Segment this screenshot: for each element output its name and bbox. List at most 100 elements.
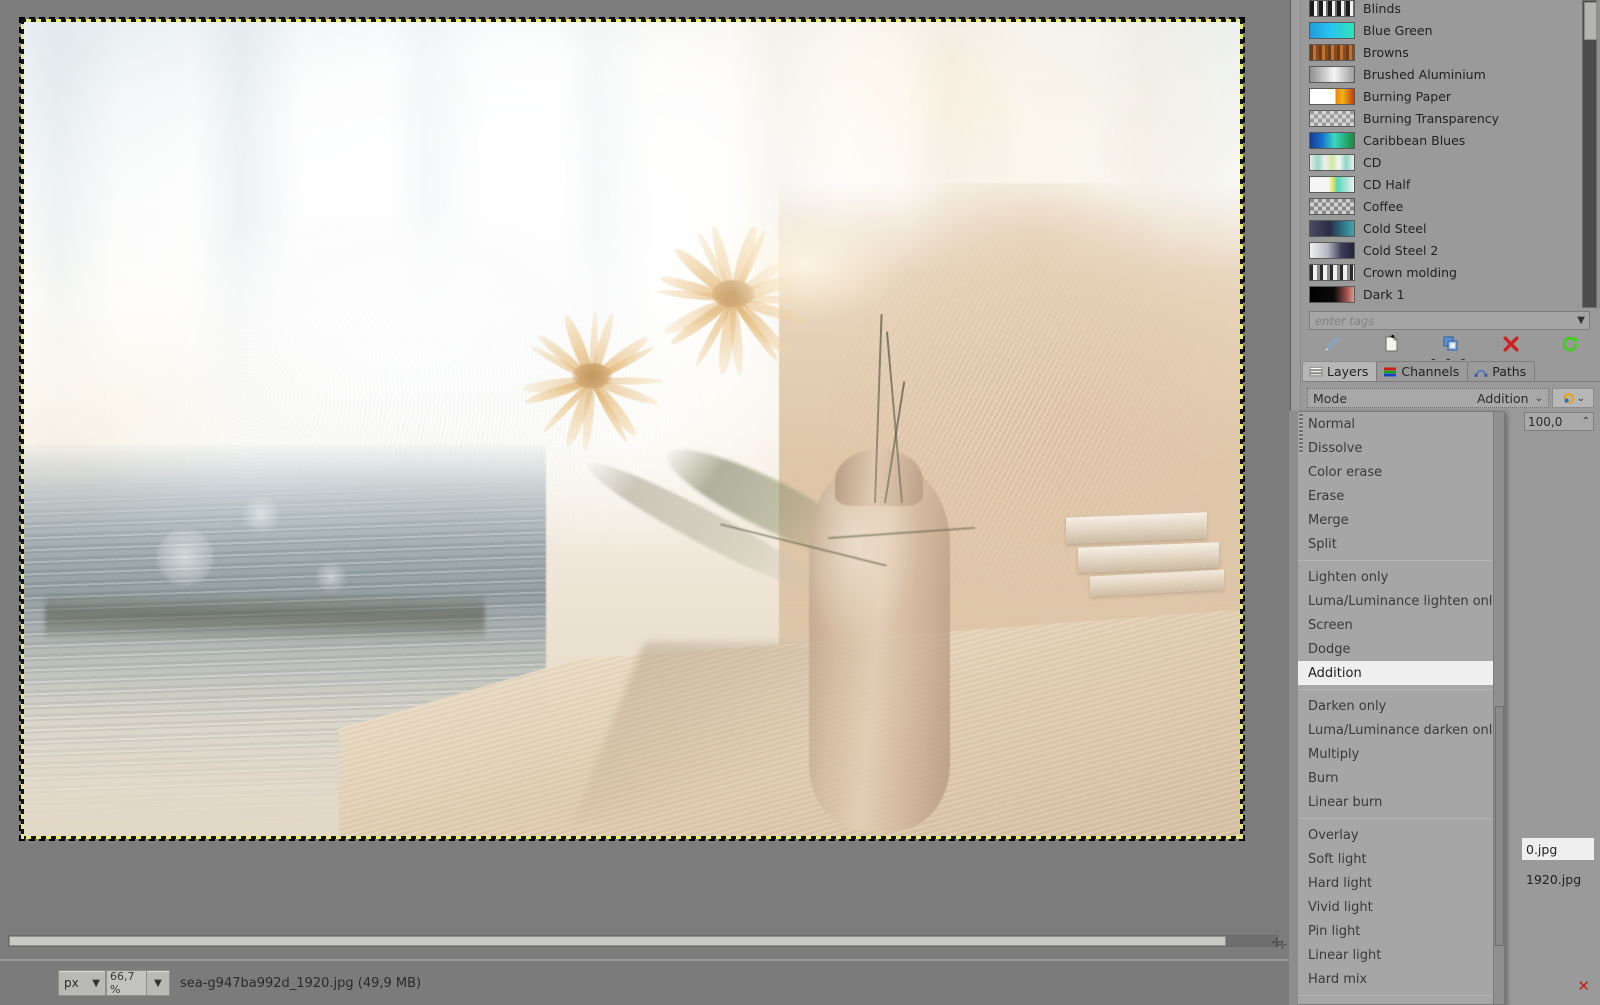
delete-gradient-icon[interactable] — [1481, 331, 1541, 357]
mode-option-addition[interactable]: Addition — [1298, 661, 1504, 685]
gradient-list-item[interactable]: Blue Green — [1309, 19, 1578, 41]
layer-list-item[interactable]: 0.jpg — [1522, 838, 1594, 860]
gradient-list-item[interactable]: CD — [1309, 151, 1578, 173]
dock-tab-strip[interactable]: Layers Channels Paths — [1302, 361, 1600, 382]
tab-label: Paths — [1492, 364, 1527, 379]
gradients-list[interactable]: Blinds Blue Green Browns Brushed Aluminium B… — [1309, 0, 1578, 308]
gradient-list-item[interactable]: Blinds — [1309, 0, 1578, 19]
gradients-scroll-thumb[interactable] — [1584, 2, 1597, 40]
gradient-name: Burning Transparency — [1363, 110, 1500, 126]
layer-name: 0.jpg — [1526, 841, 1558, 857]
gradient-name: Cold Steel 2 — [1363, 242, 1439, 258]
layers-icon — [1309, 365, 1323, 379]
mode-option-overlay[interactable]: Overlay — [1298, 823, 1504, 847]
zoom-select-button[interactable]: ▼ — [146, 970, 170, 996]
mode-option-screen[interactable]: Screen — [1298, 613, 1504, 637]
mode-option-hard-light[interactable]: Hard light — [1298, 871, 1504, 895]
mode-option-color-erase[interactable]: Color erase — [1298, 460, 1504, 484]
gradient-name: Browns — [1363, 44, 1409, 60]
mode-option-dodge[interactable]: Dodge — [1298, 637, 1504, 661]
unit-select[interactable]: px ▼ — [58, 970, 106, 996]
gradient-name: Caribbean Blues — [1363, 132, 1466, 148]
mode-option-vivid-light[interactable]: Vivid light — [1298, 895, 1504, 919]
gradient-swatch-blue-green — [1309, 21, 1355, 39]
gradient-list-item[interactable]: Coffee — [1309, 195, 1578, 217]
spinner-icon[interactable]: ⌃ — [1582, 416, 1590, 427]
gradients-vertical-scrollbar[interactable] — [1582, 0, 1597, 308]
tab-layers[interactable]: Layers — [1302, 361, 1378, 381]
gradient-list-item[interactable]: Caribbean Blues — [1309, 129, 1578, 151]
mode-option-list[interactable]: Normal Dissolve Color erase Erase Merge Split… — [1298, 412, 1504, 1004]
layer-mode-value: Addition — [1476, 390, 1529, 406]
zoom-input[interactable]: 66,7 % — [106, 970, 146, 996]
gradient-list-item[interactable]: Dark 1 — [1309, 283, 1578, 305]
mode-option-burn[interactable]: Burn — [1298, 766, 1504, 790]
mode-option-linear-burn[interactable]: Linear burn — [1298, 790, 1504, 814]
mode-option-multiply[interactable]: Multiply — [1298, 742, 1504, 766]
image-haze-overlay — [21, 19, 1243, 839]
gradient-swatch-cold-steel-2 — [1309, 241, 1355, 259]
chevron-down-icon[interactable]: ⌄ — [1535, 393, 1543, 404]
layer-opacity-field[interactable]: 100,0 ⌃ — [1524, 412, 1594, 431]
tags-input[interactable]: enter tags ▼ — [1309, 311, 1590, 330]
image-canvas[interactable] — [19, 17, 1245, 841]
mode-option-luma-luminance-darken-only[interactable]: Luma/Luminance darken only — [1298, 718, 1504, 742]
chevron-down-icon: ▼ — [92, 977, 100, 989]
mode-dropdown-scroll-thumb[interactable] — [1495, 706, 1504, 946]
layer-mode-dropdown[interactable]: Normal Dissolve Color erase Erase Merge Split… — [1297, 411, 1505, 1005]
mode-option-lighten-only[interactable]: Lighten only — [1298, 565, 1504, 589]
gradient-swatch-cd — [1309, 153, 1355, 171]
mode-option-darken-only[interactable]: Darken only — [1298, 694, 1504, 718]
gradient-list-item[interactable]: Burning Paper — [1309, 85, 1578, 107]
gradient-name: Blue Green — [1363, 22, 1433, 38]
tab-channels[interactable]: Channels — [1376, 361, 1469, 381]
layer-list-item[interactable]: 1920.jpg — [1522, 868, 1594, 890]
gradient-swatch-coffee — [1309, 197, 1355, 215]
mode-option-hard-mix[interactable]: Hard mix — [1298, 967, 1504, 991]
mode-option-normal[interactable]: Normal — [1298, 412, 1504, 436]
delete-layer-icon[interactable]: ✕ — [1577, 977, 1590, 995]
gradient-list-item[interactable]: Brushed Aluminium — [1309, 63, 1578, 85]
image-canvas-area[interactable]: ✛ px ▼ 66,7 % ▼ sea-g947ba992d_1920.jpg … — [0, 0, 1290, 1005]
gradient-swatch-burning-paper — [1309, 87, 1355, 105]
gradient-list-item[interactable]: Cold Steel 2 — [1309, 239, 1578, 261]
gradients-panel[interactable]: Blinds Blue Green Browns Brushed Aluminium B… — [1302, 0, 1600, 308]
refresh-gradients-icon[interactable] — [1540, 331, 1600, 357]
mode-option-diff[interactable]: Diff — [1298, 1000, 1504, 1004]
edit-gradient-icon[interactable] — [1302, 331, 1362, 357]
chevron-down-icon[interactable]: ⌄ — [1577, 393, 1585, 404]
gradient-name: CD — [1363, 154, 1382, 170]
new-gradient-icon[interactable] — [1362, 331, 1422, 357]
mode-option-split[interactable]: Split — [1298, 532, 1504, 556]
mode-option-linear-light[interactable]: Linear light — [1298, 943, 1504, 967]
mode-option-merge[interactable]: Merge — [1298, 508, 1504, 532]
mode-option-dissolve[interactable]: Dissolve — [1298, 436, 1504, 460]
gradient-list-item[interactable]: CD Half — [1309, 173, 1578, 195]
tab-label: Layers — [1327, 364, 1369, 379]
gradient-list-item[interactable]: Crown molding — [1309, 261, 1578, 283]
chevron-down-icon: ▼ — [154, 977, 162, 989]
canvas-horizontal-scrollbar[interactable] — [8, 935, 1278, 947]
mode-option-soft-light[interactable]: Soft light — [1298, 847, 1504, 871]
gradient-name: CD Half — [1363, 176, 1411, 192]
menu-separator — [1298, 818, 1504, 819]
gradient-list-item[interactable]: Cold Steel — [1309, 217, 1578, 239]
mode-dropdown-scrollbar[interactable] — [1493, 412, 1504, 1004]
mode-option-luma-luminance-lighten-only[interactable]: Luma/Luminance lighten only — [1298, 589, 1504, 613]
mode-option-erase[interactable]: Erase — [1298, 484, 1504, 508]
mode-option-pin-light[interactable]: Pin light — [1298, 919, 1504, 943]
gradient-list-item[interactable]: Browns — [1309, 41, 1578, 63]
tab-paths[interactable]: Paths — [1467, 361, 1536, 381]
paths-icon — [1474, 365, 1488, 379]
gradient-list-item[interactable]: Burning Transparency — [1309, 107, 1578, 129]
mode-popup-left-rail — [1289, 411, 1298, 1005]
layer-mode-switch-button[interactable]: ⌄ — [1552, 388, 1594, 408]
layer-mode-select[interactable]: Mode Addition ⌄ — [1307, 388, 1549, 408]
gradient-swatch-blinds — [1309, 0, 1355, 17]
gradient-name: Burning Paper — [1363, 88, 1452, 104]
canvas-hscroll-thumb[interactable] — [9, 936, 1227, 946]
channels-icon — [1383, 365, 1397, 379]
gradient-swatch-dark-1 — [1309, 285, 1355, 303]
chevron-down-icon[interactable]: ▼ — [1577, 315, 1585, 326]
resize-grip-icon[interactable]: ✛ — [1276, 938, 1289, 952]
